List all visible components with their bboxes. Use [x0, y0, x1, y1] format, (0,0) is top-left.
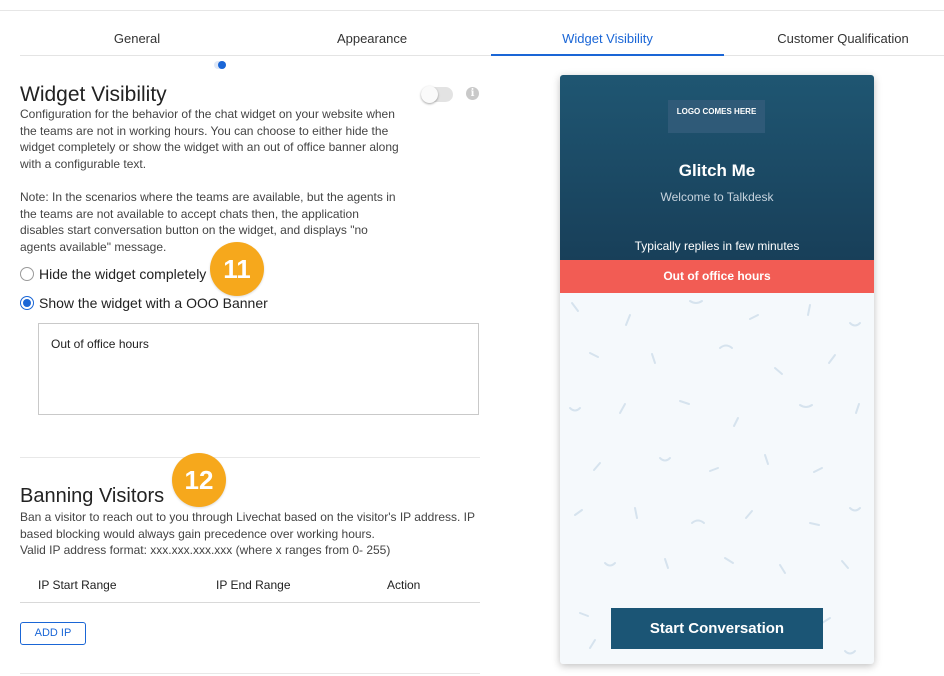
ooo-banner-text-field[interactable]: Out of office hours	[38, 323, 479, 415]
out-of-office-banner: Out of office hours	[560, 260, 874, 293]
option-hide-widget[interactable]: Hide the widget completely	[20, 265, 206, 283]
visibility-toggle-switch[interactable]	[421, 86, 453, 103]
tab-widget-visibility[interactable]: Widget Visibility	[491, 26, 724, 56]
widget-header: LOGO COMES HERE Glitch Me Welcome to Tal…	[560, 75, 874, 260]
option-show-banner[interactable]: Show the widget with a OOO Banner	[20, 294, 268, 312]
widget-visibility-title: Widget Visibility	[20, 83, 167, 106]
info-icon[interactable]: i	[466, 87, 479, 100]
logo-placeholder: LOGO COMES HERE	[668, 100, 765, 133]
reply-time-text: Typically replies in few minutes	[634, 239, 800, 253]
step-badge-11: 11	[210, 242, 264, 296]
column-ip-start: IP Start Range	[38, 578, 117, 592]
radio-show-banner[interactable]	[20, 296, 34, 310]
banning-visitors-title: Banning Visitors	[20, 485, 165, 507]
tab-customer-qualification[interactable]: Customer Qualification	[724, 26, 944, 56]
add-ip-button[interactable]: ADD IP	[20, 622, 86, 645]
banning-description: Ban a visitor to reach out to you throug…	[20, 510, 475, 541]
scroll-indicator	[214, 61, 226, 69]
widget-preview: LOGO COMES HERE Glitch Me Welcome to Tal…	[560, 75, 874, 664]
tab-general[interactable]: General	[20, 26, 254, 56]
visibility-note: Note: In the scenarios where the teams a…	[20, 190, 396, 254]
start-conversation-button[interactable]: Start Conversation	[611, 608, 823, 649]
section-divider	[20, 457, 480, 458]
section-divider-bottom	[20, 673, 480, 674]
option-hide-label: Hide the widget completely	[39, 266, 207, 282]
radio-hide-widget[interactable]	[20, 267, 34, 281]
ip-table-header: IP Start Range IP End Range Action	[20, 576, 480, 603]
visibility-description: Configuration for the behavior of the ch…	[20, 107, 399, 171]
widget-title: Glitch Me	[678, 161, 756, 180]
tab-appearance[interactable]: Appearance	[254, 26, 490, 56]
ip-format-hint: Valid IP address format: xxx.xxx.xxx.xxx…	[20, 543, 391, 557]
widget-subtitle: Welcome to Talkdesk	[660, 190, 774, 204]
option-show-label: Show the widget with a OOO Banner	[39, 295, 268, 311]
column-ip-end: IP End Range	[216, 578, 291, 592]
settings-tabs: General Appearance Widget Visibility Cus…	[20, 26, 944, 56]
column-action: Action	[387, 578, 421, 592]
top-rule	[0, 10, 944, 11]
step-badge-12: 12	[172, 453, 226, 507]
